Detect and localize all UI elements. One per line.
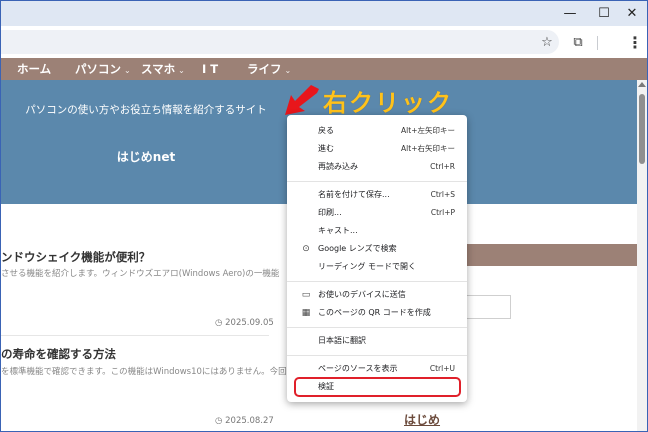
menu-item-reading-mode[interactable]: リーディング モードで開く bbox=[287, 258, 467, 276]
menu-item-back[interactable]: 戻る Alt+左矢印キー bbox=[287, 122, 467, 140]
browser-menu-icon[interactable]: ⋮ bbox=[626, 33, 644, 52]
nav-item-home[interactable]: ホーム bbox=[17, 58, 51, 80]
minimize-button[interactable]: — bbox=[553, 1, 587, 26]
menu-item-qr-code[interactable]: ▦ このページの QR コードを作成 bbox=[287, 304, 467, 322]
clock-icon: ◷ bbox=[215, 318, 223, 328]
menu-item-label: 進む bbox=[318, 144, 334, 153]
title-bar: — ☐ ✕ bbox=[1, 1, 647, 26]
menu-item-label: リーディング モードで開く bbox=[318, 262, 416, 271]
menu-item-label: Google レンズで検索 bbox=[318, 244, 397, 253]
menu-item-shortcut: Alt+左矢印キー bbox=[401, 126, 455, 135]
red-arrow-annotation bbox=[285, 85, 319, 115]
arrow-shape bbox=[285, 85, 319, 115]
post-excerpt: を標準機能で確認できます。この機能はWindows10にはありません。今回 bbox=[1, 367, 287, 377]
menu-item-shortcut: Ctrl+U bbox=[429, 364, 455, 373]
context-menu: 戻る Alt+左矢印キー 進む Alt+右矢印キー 再読み込み Ctrl+R 名… bbox=[287, 115, 467, 402]
menu-item-send-to-device[interactable]: ▭ お使いのデバイスに送信 bbox=[287, 286, 467, 304]
menu-separator bbox=[287, 327, 467, 328]
browser-window: — ☐ ✕ ☆ ⧉ ⋮ ホーム パソコン ⌄ スマホ ⌄ I T ライフ ⌄ パソコン… bbox=[0, 0, 648, 432]
menu-item-label: このページの QR コードを作成 bbox=[318, 308, 431, 317]
toolbar-divider bbox=[597, 36, 598, 50]
post-date-text: 2025.08.27 bbox=[225, 416, 274, 426]
device-icon: ▭ bbox=[301, 290, 311, 300]
menu-item-label: ページのソースを表示 bbox=[318, 364, 398, 373]
menu-item-cast[interactable]: キャスト... bbox=[287, 222, 467, 240]
nav-item-label: I T bbox=[202, 62, 219, 76]
menu-item-label: 戻る bbox=[318, 126, 334, 135]
site-nav: ホーム パソコン ⌄ スマホ ⌄ I T ライフ ⌄ bbox=[1, 58, 647, 80]
menu-item-google-lens[interactable]: ⊙ Google レンズで検索 bbox=[287, 240, 467, 258]
scroll-up-icon[interactable] bbox=[638, 82, 646, 87]
qr-code-icon: ▦ bbox=[301, 308, 311, 318]
menu-item-print[interactable]: 印刷... Ctrl+P bbox=[287, 204, 467, 222]
nav-item-label: スマホ bbox=[141, 62, 176, 76]
menu-item-shortcut: Ctrl+P bbox=[430, 208, 455, 217]
nav-item-label: ホーム bbox=[17, 62, 52, 76]
menu-item-label: 名前を付けて保存... bbox=[318, 190, 390, 199]
nav-item-life[interactable]: ライフ ⌄ bbox=[247, 58, 291, 80]
nav-item-label: パソコン bbox=[75, 62, 121, 76]
menu-separator bbox=[287, 355, 467, 356]
address-bar[interactable] bbox=[1, 30, 559, 54]
menu-item-translate[interactable]: 日本語に翻訳 bbox=[287, 332, 467, 350]
menu-separator bbox=[287, 181, 467, 182]
nav-item-label: ライフ bbox=[247, 62, 282, 76]
google-lens-icon: ⊙ bbox=[302, 244, 310, 254]
post-title-link[interactable]: ンドウシェイク機能が便利？ bbox=[1, 249, 150, 265]
right-click-annotation: 右クリック bbox=[323, 89, 453, 117]
menu-item-forward[interactable]: 進む Alt+右矢印キー bbox=[287, 140, 467, 158]
browser-toolbar: ☆ ⧉ ⋮ bbox=[1, 26, 647, 58]
extensions-icon[interactable]: ⧉ bbox=[569, 33, 587, 51]
chevron-down-icon: ⌄ bbox=[284, 66, 292, 75]
menu-item-label: 再読み込み bbox=[318, 162, 358, 171]
nav-item-it[interactable]: I T bbox=[202, 58, 218, 80]
menu-item-shortcut: Ctrl+S bbox=[430, 190, 455, 199]
menu-separator bbox=[287, 281, 467, 282]
sidebar-button[interactable] bbox=[448, 244, 637, 266]
menu-item-save-as[interactable]: 名前を付けて保存... Ctrl+S bbox=[287, 186, 467, 204]
menu-item-view-source[interactable]: ページのソースを表示 Ctrl+U bbox=[287, 360, 467, 378]
chevron-down-icon: ⌄ bbox=[124, 66, 131, 75]
nav-item-pc[interactable]: パソコン ⌄ bbox=[75, 58, 131, 80]
post-date: ◷ 2025.08.27 bbox=[215, 416, 274, 426]
post-date-text: 2025.09.05 bbox=[225, 318, 274, 328]
bookmark-star-icon[interactable]: ☆ bbox=[538, 33, 556, 51]
site-tagline: パソコンの使い方やお役立ち情報を紹介するサイト bbox=[25, 104, 267, 116]
menu-item-reload[interactable]: 再読み込み Ctrl+R bbox=[287, 158, 467, 176]
page-scrollbar[interactable] bbox=[637, 80, 647, 431]
post-divider bbox=[1, 335, 269, 336]
menu-item-shortcut: Alt+右矢印キー bbox=[401, 144, 455, 153]
menu-item-label: お使いのデバイスに送信 bbox=[318, 290, 406, 299]
post-title-link[interactable]: の寿命を確認する方法 bbox=[1, 346, 116, 362]
menu-item-label: 印刷... bbox=[318, 208, 342, 217]
post-excerpt: させる機能を紹介します。ウィンドウズエアロ(Windows Aero)の一機能 bbox=[1, 269, 280, 279]
inspect-highlight-box bbox=[294, 377, 461, 397]
menu-item-shortcut: Ctrl+R bbox=[430, 162, 455, 171]
clock-icon: ◷ bbox=[215, 416, 223, 426]
nav-item-smartphone[interactable]: スマホ ⌄ bbox=[141, 58, 185, 80]
chevron-down-icon: ⌄ bbox=[178, 66, 185, 75]
menu-item-label: 日本語に翻訳 bbox=[318, 336, 366, 345]
sidebar-profile-link[interactable]: はじめ bbox=[404, 411, 440, 428]
site-title-link[interactable]: はじめnet bbox=[1, 148, 291, 165]
close-button[interactable]: ✕ bbox=[615, 1, 647, 26]
menu-item-label: キャスト... bbox=[318, 226, 358, 235]
post-date: ◷ 2025.09.05 bbox=[215, 318, 274, 328]
scrollbar-thumb[interactable] bbox=[639, 94, 645, 164]
